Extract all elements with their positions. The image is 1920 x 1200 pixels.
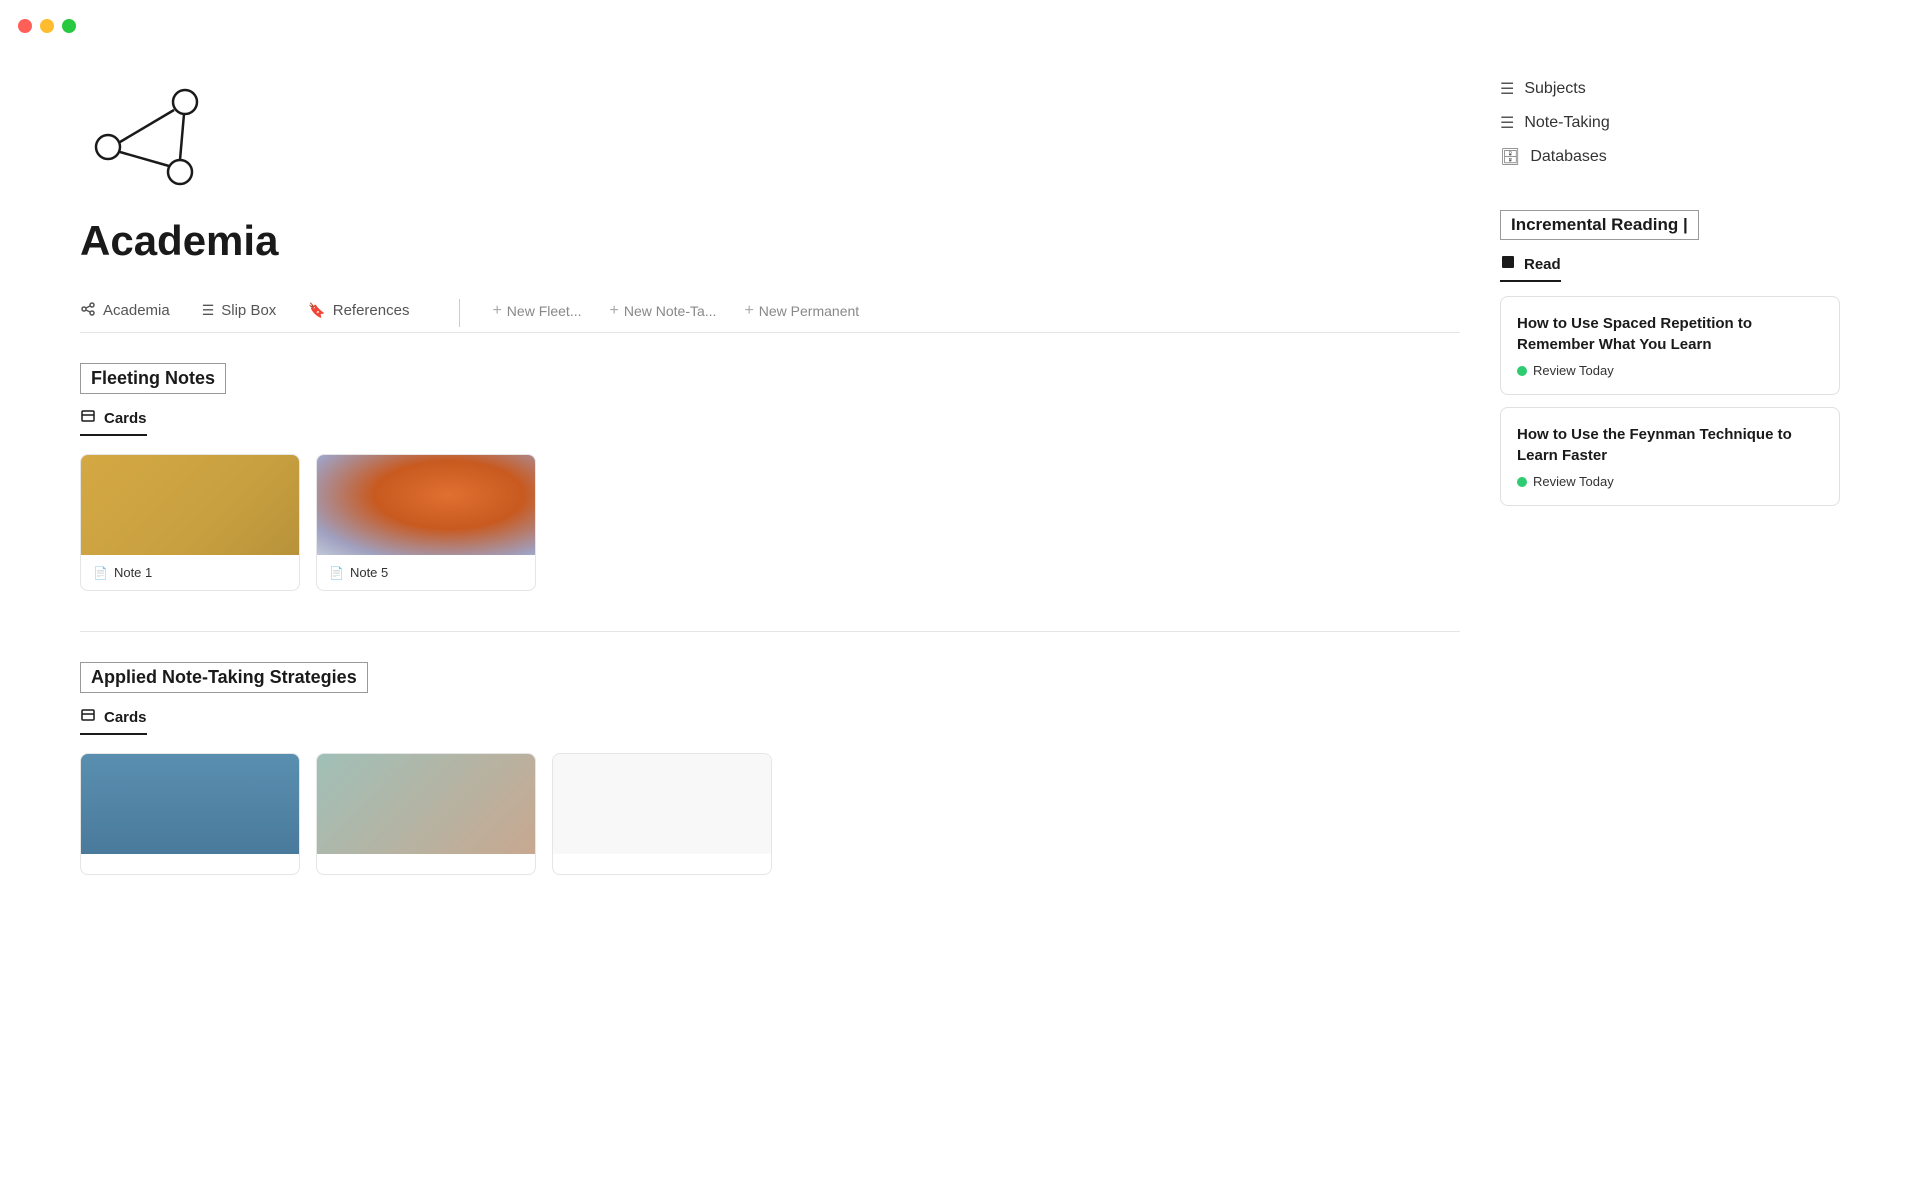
academia-tab-icon (80, 301, 96, 320)
section-divider-1 (80, 631, 1460, 632)
tab-divider (459, 299, 460, 327)
card-label-note5: Note 5 (350, 565, 388, 580)
fleeting-notes-section: Fleeting Notes Cards 📄 Note 1 (80, 363, 1460, 591)
status-dot-2 (1517, 477, 1527, 487)
maximize-button[interactable] (62, 19, 76, 33)
read-tab-label: Read (1524, 256, 1561, 273)
page-title: Academia (80, 217, 1460, 265)
sidebar-link-subjects[interactable]: ☰ Subjects (1500, 72, 1840, 106)
card-cover-applied2 (317, 754, 536, 854)
close-button[interactable] (18, 19, 32, 33)
incremental-reading-heading: Incremental Reading | (1500, 210, 1699, 240)
status-dot-1 (1517, 366, 1527, 376)
content-area: Academia Academia ☰ Slip Box 🔖 Reference… (80, 52, 1500, 915)
card-footer-note5: 📄 Note 5 (317, 555, 535, 590)
card-footer-note1: 📄 Note 1 (81, 555, 299, 590)
applied-card-2[interactable] (316, 753, 536, 875)
new-fleet-label: New Fleet... (507, 303, 582, 319)
titlebar (0, 0, 1920, 52)
incremental-pipe: | (1683, 215, 1688, 234)
logo-area (80, 52, 1460, 217)
sidebar-link-databases[interactable]: 🗄 Databases (1500, 140, 1840, 174)
applied-notes-section: Applied Note-Taking Strategies Cards (80, 662, 1460, 875)
new-permanent-action[interactable]: + New Permanent (730, 294, 873, 332)
fleeting-cards-tab-label: Cards (104, 410, 147, 427)
new-fleet-action[interactable]: + New Fleet... (478, 294, 595, 332)
card-footer-applied3 (553, 854, 771, 874)
card-cover-note5 (317, 455, 536, 555)
reading-card-2-title: How to Use the Feynman Technique to Lear… (1517, 424, 1823, 466)
card-cover-applied3 (553, 754, 772, 854)
card-doc-icon-2: 📄 (329, 566, 344, 580)
card-cover-applied1 (81, 754, 300, 854)
card-footer-applied2 (317, 854, 535, 874)
reading-card-2-status-label: Review Today (1533, 474, 1614, 489)
reading-card-1-title: How to Use Spaced Repetition to Remember… (1517, 313, 1823, 355)
app-logo (80, 82, 220, 192)
reading-card-1[interactable]: How to Use Spaced Repetition to Remember… (1500, 296, 1840, 395)
reading-card-2[interactable]: How to Use the Feynman Technique to Lear… (1500, 407, 1840, 506)
applied-notes-heading: Applied Note-Taking Strategies (80, 662, 368, 693)
note-taking-label: Note-Taking (1524, 114, 1609, 132)
applied-cards-tab-label: Cards (104, 709, 147, 726)
tab-references[interactable]: 🔖 References (308, 294, 427, 331)
fleeting-cards-grid: 📄 Note 1 📄 Note 5 (80, 454, 1460, 591)
tab-bar: Academia ☰ Slip Box 🔖 References + New F… (80, 293, 1460, 333)
plus-icon-1: + (492, 302, 501, 320)
card-footer-applied1 (81, 854, 299, 874)
databases-icon: 🗄 (1500, 147, 1520, 167)
read-tab[interactable]: Read (1500, 254, 1561, 282)
cards-tab-icon-2 (80, 707, 96, 727)
subjects-label: Subjects (1524, 80, 1585, 98)
fleeting-card-note5[interactable]: 📄 Note 5 (316, 454, 536, 591)
sidebar-link-note-taking[interactable]: ☰ Note-Taking (1500, 106, 1840, 140)
fleeting-notes-heading: Fleeting Notes (80, 363, 226, 394)
tab-academia[interactable]: Academia (80, 293, 188, 332)
new-permanent-label: New Permanent (759, 303, 859, 319)
plus-icon-3: + (744, 302, 753, 320)
subjects-icon: ☰ (1500, 79, 1514, 99)
read-tab-icon (1500, 254, 1516, 274)
databases-label: Databases (1530, 148, 1607, 166)
references-tab-icon: 🔖 (308, 302, 325, 319)
cards-tab-icon-1 (80, 408, 96, 428)
incremental-reading-section: Incremental Reading | Read How to Use Sp… (1500, 210, 1840, 506)
fleeting-cards-tab[interactable]: Cards (80, 408, 147, 436)
card-doc-icon-1: 📄 (93, 566, 108, 580)
applied-cards-tab[interactable]: Cards (80, 707, 147, 735)
plus-icon-2: + (610, 302, 619, 320)
reading-card-1-status: Review Today (1517, 363, 1823, 378)
new-note-ta-action[interactable]: + New Note-Ta... (596, 294, 731, 332)
fleeting-card-note1[interactable]: 📄 Note 1 (80, 454, 300, 591)
tab-slipbox[interactable]: ☰ Slip Box (202, 294, 295, 331)
minimize-button[interactable] (40, 19, 54, 33)
right-sidebar: ☰ Subjects ☰ Note-Taking 🗄 Databases Inc… (1500, 52, 1840, 915)
new-note-ta-label: New Note-Ta... (624, 303, 717, 319)
tab-references-label: References (333, 302, 410, 319)
card-label-note1: Note 1 (114, 565, 152, 580)
card-cover-note1 (81, 455, 300, 555)
applied-card-1[interactable] (80, 753, 300, 875)
reading-card-1-status-label: Review Today (1533, 363, 1614, 378)
main-layout: Academia Academia ☰ Slip Box 🔖 Reference… (0, 52, 1920, 915)
note-taking-icon: ☰ (1500, 113, 1514, 133)
tab-academia-label: Academia (103, 302, 170, 319)
reading-card-2-status: Review Today (1517, 474, 1823, 489)
tab-slipbox-label: Slip Box (221, 302, 276, 319)
slipbox-tab-icon: ☰ (202, 302, 215, 319)
applied-cards-grid (80, 753, 1460, 875)
sidebar-links: ☰ Subjects ☰ Note-Taking 🗄 Databases (1500, 52, 1840, 174)
applied-card-3[interactable] (552, 753, 772, 875)
